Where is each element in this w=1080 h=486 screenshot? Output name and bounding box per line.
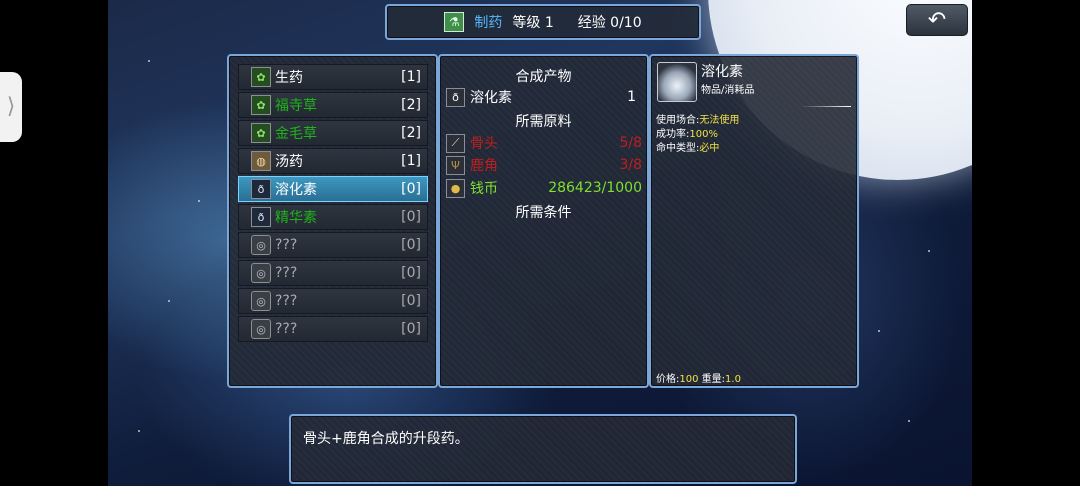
synthesis-panel: 合成产物 ð 溶化素 1 所需原料 ⟋ 骨头 5/8 Ψ 鹿角 3/8 ● 钱币… xyxy=(438,54,649,388)
recipe-item[interactable]: ✿ 生药 [1] xyxy=(238,64,428,90)
success-rate-row: 成功率:100% xyxy=(656,125,718,140)
herb-icon: ✿ xyxy=(251,67,271,87)
recipe-item[interactable]: ◎ ??? [0] xyxy=(238,316,428,342)
unknown-recipe-icon: ◎ xyxy=(251,291,271,311)
price-weight-row: 价格:100 重量:1.0 xyxy=(656,370,741,385)
recipe-list: ✿ 生药 [1] ✿ 福寺草 [2] ✿ 金毛草 [2] ◍ 汤药 [1] ð … xyxy=(227,54,438,388)
weight-value: 1.0 xyxy=(725,374,741,385)
unknown-recipe-icon: ◎ xyxy=(251,263,271,283)
potion-bottle-icon xyxy=(657,62,697,102)
recipe-count: [1] xyxy=(401,69,421,85)
recipe-count: [2] xyxy=(401,97,421,113)
material-value: 3/8 xyxy=(619,157,642,173)
price-label: 价格: xyxy=(656,374,680,385)
recipe-name: 溶化素 xyxy=(275,182,317,198)
unknown-recipe-icon: ◎ xyxy=(251,319,271,339)
herb-icon: ✿ xyxy=(251,95,271,115)
description-panel: 骨头+鹿角合成的升段药。 xyxy=(289,414,797,484)
potion-bottle-icon: ð xyxy=(251,207,271,227)
recipe-item[interactable]: ◎ ??? [0] xyxy=(238,260,428,286)
recipe-count: [0] xyxy=(401,265,421,281)
product-heading: 合成产物 xyxy=(515,69,572,85)
material-row: ● 钱币 286423/1000 xyxy=(446,178,642,198)
recipe-count: [0] xyxy=(401,293,421,309)
description-text: 骨头+鹿角合成的升段药。 xyxy=(303,431,469,447)
divider xyxy=(801,106,851,107)
unknown-recipe-icon: ◎ xyxy=(251,235,271,255)
recipe-count: [0] xyxy=(401,209,421,225)
antler-icon: Ψ xyxy=(446,155,465,175)
recipe-count: [1] xyxy=(401,153,421,169)
product-row: ð 溶化素 1 xyxy=(446,87,642,107)
item-detail-panel: 溶化素 物品/消耗品 使用场合:无法使用 成功率:100% 命中类型:必中 价格… xyxy=(649,54,859,388)
recipe-count: [0] xyxy=(401,181,421,197)
recipe-item[interactable]: ✿ 金毛草 [2] xyxy=(238,120,428,146)
potion-bottle-icon: ð xyxy=(446,87,465,107)
recipe-item[interactable]: ◍ 汤药 [1] xyxy=(238,148,428,174)
weight-label: 重量: xyxy=(701,374,726,385)
recipe-item[interactable]: ð 精华素 [0] xyxy=(238,204,428,230)
recipe-item[interactable]: ◎ ??? [0] xyxy=(238,232,428,258)
product-name: 溶化素 xyxy=(470,90,512,106)
recipe-item[interactable]: ◎ ??? [0] xyxy=(238,288,428,314)
material-row: ⟋ 骨头 5/8 xyxy=(446,133,642,153)
side-drawer-handle[interactable]: ⟩ xyxy=(0,72,22,142)
undo-arrow-icon: ↶ xyxy=(927,7,947,33)
item-name: 溶化素 xyxy=(701,64,743,80)
material-value: 5/8 xyxy=(619,135,642,151)
hit-value: 必中 xyxy=(699,143,720,154)
price-value: 100 xyxy=(679,374,699,385)
herb-icon: ✿ xyxy=(251,123,271,143)
recipe-name: 福寺草 xyxy=(275,98,317,114)
pharmacy-skill-icon: ⚗ xyxy=(444,12,465,32)
use-context-row: 使用场合:无法使用 xyxy=(656,111,739,126)
material-name: 骨头 xyxy=(470,136,498,152)
back-button[interactable]: ↶ xyxy=(906,4,968,36)
material-row: Ψ 鹿角 3/8 xyxy=(446,155,642,175)
skill-exp: 经验 0/10 xyxy=(577,15,642,31)
recipe-name: 精华素 xyxy=(275,210,317,226)
recipe-name: ??? xyxy=(275,265,298,281)
hit-label: 命中类型: xyxy=(656,143,700,154)
recipe-name: ??? xyxy=(275,321,298,337)
recipe-item-selected[interactable]: ð 溶化素 [0] xyxy=(238,176,428,202)
recipe-count: [0] xyxy=(401,237,421,253)
recipe-name: 汤药 xyxy=(275,154,303,170)
conditions-heading: 所需条件 xyxy=(515,205,572,221)
soup-icon: ◍ xyxy=(251,151,271,171)
recipe-name: 金毛草 xyxy=(275,126,317,142)
recipe-name: ??? xyxy=(275,237,298,253)
material-name: 鹿角 xyxy=(470,158,498,174)
craft-header: ⚗ 制药 等级 1 经验 0/10 xyxy=(385,4,701,40)
coin-icon: ● xyxy=(446,178,465,198)
skill-title: 制药 xyxy=(474,15,503,31)
material-value: 286423/1000 xyxy=(548,180,642,196)
recipe-count: [2] xyxy=(401,125,421,141)
potion-bottle-icon: ð xyxy=(251,179,271,199)
item-type: 物品/消耗品 xyxy=(701,85,755,96)
recipe-item[interactable]: ✿ 福寺草 [2] xyxy=(238,92,428,118)
recipe-name: ??? xyxy=(275,293,298,309)
material-name: 钱币 xyxy=(470,181,498,197)
recipe-name: 生药 xyxy=(275,70,303,86)
materials-heading: 所需原料 xyxy=(515,114,572,130)
hit-type-row: 命中类型:必中 xyxy=(656,139,719,154)
recipe-count: [0] xyxy=(401,321,421,337)
product-qty: 1 xyxy=(627,89,636,105)
skill-level: 等级 1 xyxy=(512,15,554,31)
bone-icon: ⟋ xyxy=(446,133,465,153)
